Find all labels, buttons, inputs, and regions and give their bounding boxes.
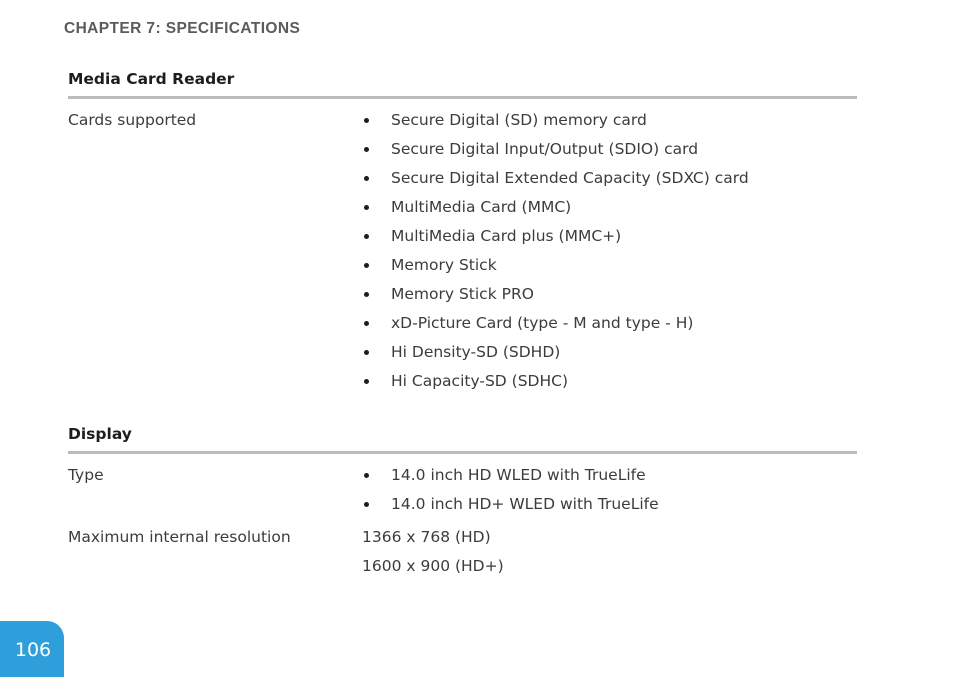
section-title: Media Card Reader [68, 70, 235, 88]
resolution-line: 1366 x 768 (HD) [362, 528, 491, 546]
bullet-icon [364, 379, 369, 384]
list-item: Secure Digital Input/Output (SDIO) card [362, 135, 858, 164]
page-number-badge: 106 [0, 621, 64, 677]
list-item: Memory Stick [362, 251, 858, 280]
list-item: xD-Picture Card (type - M and type - H) [362, 309, 858, 338]
list-item: Memory Stick PRO [362, 280, 858, 309]
list-item: 14.0 inch HD+ WLED with TrueLife [362, 490, 858, 519]
list-item-label: Memory Stick PRO [391, 285, 534, 303]
bullet-list: 14.0 inch HD WLED with TrueLife 14.0 inc… [362, 461, 858, 519]
bullet-icon [364, 321, 369, 326]
spec-label: Type [68, 466, 104, 484]
list-item-label: Secure Digital (SD) memory card [391, 111, 647, 129]
bullet-icon [364, 234, 369, 239]
list-item-label: xD-Picture Card (type - M and type - H) [391, 314, 694, 332]
section-divider [68, 451, 857, 454]
spec-row: Cards supported Secure Digital (SD) memo… [68, 106, 858, 396]
list-item: Secure Digital (SD) memory card [362, 106, 858, 135]
list-item: 14.0 inch HD WLED with TrueLife [362, 461, 858, 490]
bullet-icon [364, 350, 369, 355]
bullet-list: Secure Digital (SD) memory card Secure D… [362, 106, 858, 396]
list-item-label: Secure Digital Input/Output (SDIO) card [391, 140, 699, 158]
list-item: Hi Capacity-SD (SDHC) [362, 367, 858, 396]
bullet-icon [364, 147, 369, 152]
list-item: Hi Density-SD (SDHD) [362, 338, 858, 367]
bullet-icon [364, 263, 369, 268]
spec-row: Maximum internal resolution 1366 x 768 (… [68, 523, 858, 581]
list-item-label: Memory Stick [391, 256, 497, 274]
spec-value: 1366 x 768 (HD) 1600 x 900 (HD+) [362, 523, 858, 581]
list-item-label: 14.0 inch HD WLED with TrueLife [391, 466, 646, 484]
section-divider [68, 96, 857, 99]
spec-label: Maximum internal resolution [68, 528, 291, 546]
spec-row: Type 14.0 inch HD WLED with TrueLife 14.… [68, 461, 858, 519]
spec-label: Cards supported [68, 111, 197, 129]
spec-value: 14.0 inch HD WLED with TrueLife 14.0 inc… [362, 461, 858, 519]
bullet-icon [364, 205, 369, 210]
bullet-icon [364, 118, 369, 123]
bullet-icon [364, 176, 369, 181]
spec-value: Secure Digital (SD) memory card Secure D… [362, 106, 858, 396]
list-item-label: Hi Capacity-SD (SDHC) [391, 372, 568, 390]
section-title: Display [68, 425, 132, 443]
section-display: Display Type 14.0 inch HD WLED with True… [68, 423, 858, 581]
list-item-label: Hi Density-SD (SDHD) [391, 343, 561, 361]
list-item-label: 14.0 inch HD+ WLED with TrueLife [391, 495, 659, 513]
bullet-icon [364, 292, 369, 297]
list-item: MultiMedia Card plus (MMC+) [362, 222, 858, 251]
list-item-label: Secure Digital Extended Capacity (SDXC) … [391, 169, 749, 187]
bullet-icon [364, 502, 369, 507]
section-media-card-reader: Media Card Reader Cards supported Secure… [68, 68, 858, 396]
document-page: CHAPTER 7: SPECIFICATIONS Media Card Rea… [0, 0, 954, 677]
resolution-line: 1600 x 900 (HD+) [362, 557, 504, 575]
list-item: Secure Digital Extended Capacity (SDXC) … [362, 164, 858, 193]
bullet-icon [364, 473, 369, 478]
list-item: MultiMedia Card (MMC) [362, 193, 858, 222]
specifications-content: Media Card Reader Cards supported Secure… [68, 68, 858, 581]
page-number: 106 [14, 638, 52, 661]
chapter-header: CHAPTER 7: SPECIFICATIONS [64, 20, 301, 37]
list-item-label: MultiMedia Card (MMC) [391, 198, 572, 216]
list-item-label: MultiMedia Card plus (MMC+) [391, 227, 622, 245]
